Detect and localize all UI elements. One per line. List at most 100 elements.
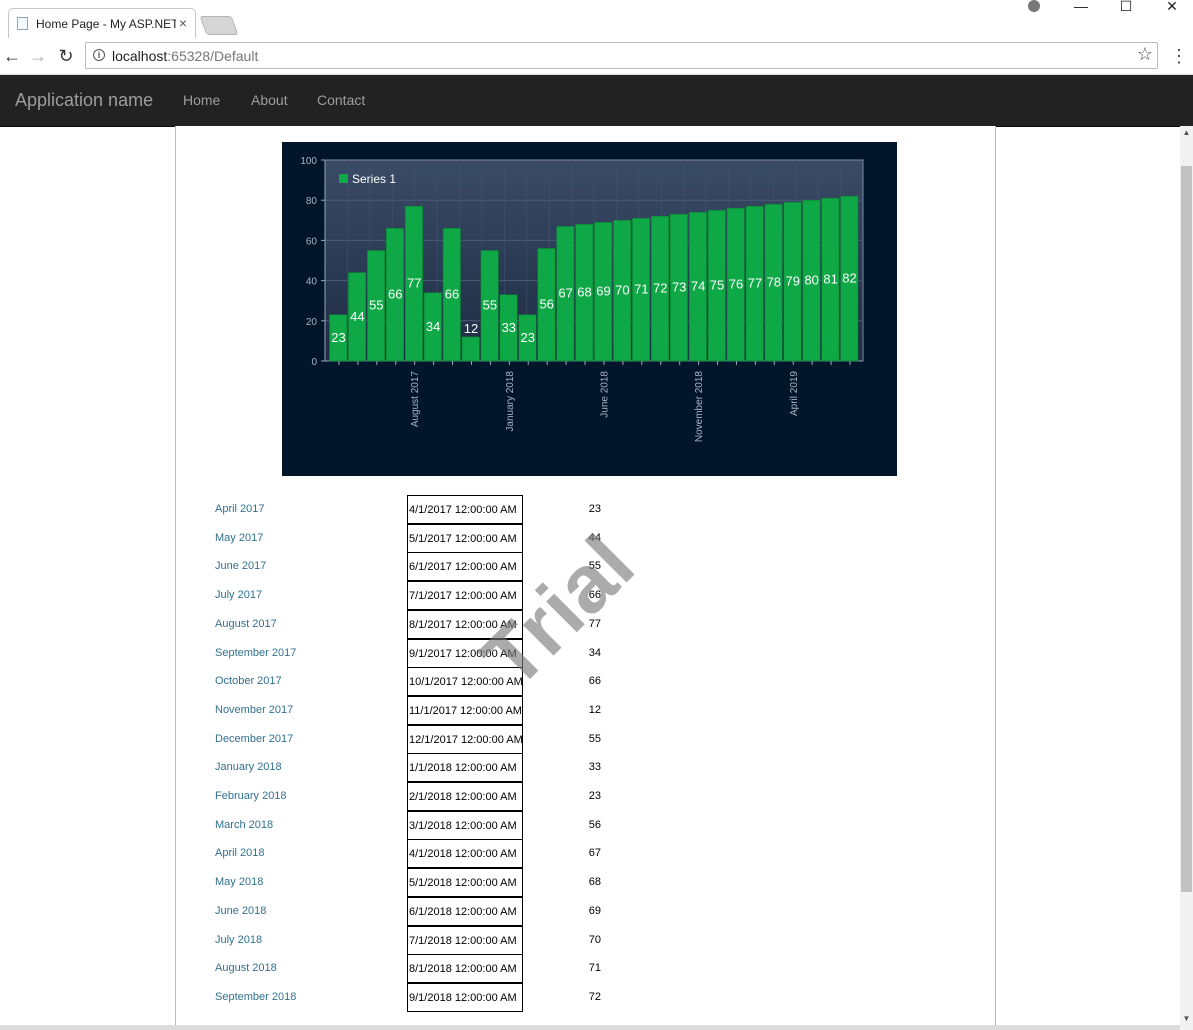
row-date-cell: 11/1/2017 12:00:00 AM bbox=[407, 695, 523, 725]
row-month-link[interactable]: April 2018 bbox=[215, 847, 265, 859]
row-month-link[interactable]: September 2017 bbox=[215, 647, 296, 659]
row-month-link[interactable]: December 2017 bbox=[215, 733, 293, 745]
nav-link-about[interactable]: About bbox=[251, 92, 288, 108]
row-date-cell: 6/1/2017 12:00:00 AM bbox=[407, 552, 523, 582]
data-label: 76 bbox=[729, 277, 743, 292]
legend-swatch bbox=[339, 174, 348, 183]
minimize-button[interactable]: — bbox=[1069, 0, 1093, 14]
row-month-link[interactable]: August 2018 bbox=[215, 962, 277, 974]
scrollbar-thumb[interactable] bbox=[1181, 166, 1192, 892]
row-date-cell: 5/1/2017 12:00:00 AM bbox=[407, 523, 523, 553]
bookmark-star-icon[interactable]: ☆ bbox=[1137, 44, 1153, 65]
row-date-cell: 4/1/2017 12:00:00 AM bbox=[407, 495, 523, 524]
table-row: May 2018 5/1/2018 12:00:00 AM 68 bbox=[0, 868, 1193, 898]
new-tab-button[interactable] bbox=[199, 16, 239, 35]
horizontal-scrollbar[interactable] bbox=[0, 1025, 1180, 1030]
browser-tab[interactable]: Home Page - My ASP.NET × bbox=[8, 8, 196, 38]
data-label: 80 bbox=[804, 273, 818, 288]
scroll-down-icon[interactable]: ▼ bbox=[1180, 1014, 1193, 1023]
row-month-link[interactable]: November 2017 bbox=[215, 704, 293, 716]
forward-arrow-icon[interactable]: → bbox=[28, 46, 48, 67]
nav-link-contact[interactable]: Contact bbox=[317, 92, 365, 108]
row-date-cell: 9/1/2017 12:00:00 AM bbox=[407, 638, 523, 668]
row-value: 55 bbox=[588, 732, 601, 745]
table-row: December 2017 12/1/2017 12:00:00 AM 55 bbox=[0, 724, 1193, 754]
row-value: 66 bbox=[588, 589, 601, 602]
row-month-link[interactable]: April 2017 bbox=[215, 503, 265, 515]
data-label: 81 bbox=[823, 272, 837, 287]
close-window-button[interactable]: ✕ bbox=[1160, 0, 1184, 14]
address-bar[interactable]: i localhost:65328/Default ☆ bbox=[85, 42, 1158, 69]
scroll-up-icon[interactable]: ▲ bbox=[1180, 128, 1193, 137]
navbar-brand[interactable]: Application name bbox=[15, 90, 153, 111]
info-icon[interactable]: i bbox=[93, 49, 105, 61]
data-label: 66 bbox=[388, 287, 402, 302]
browser-menu-icon[interactable]: ⋮ bbox=[1170, 46, 1188, 67]
row-month-link[interactable]: May 2018 bbox=[215, 876, 263, 888]
row-date-cell: 7/1/2017 12:00:00 AM bbox=[407, 581, 523, 611]
back-arrow-icon[interactable]: ← bbox=[2, 46, 22, 67]
y-tick-label: 40 bbox=[306, 277, 318, 288]
nav-link-home[interactable]: Home bbox=[183, 92, 220, 108]
url-host: localhost bbox=[112, 48, 168, 64]
row-date-cell: 8/1/2017 12:00:00 AM bbox=[407, 609, 523, 639]
data-label: 74 bbox=[691, 279, 705, 294]
row-month-link[interactable]: July 2018 bbox=[215, 934, 262, 946]
row-value: 34 bbox=[588, 646, 601, 659]
row-date-cell: 12/1/2017 12:00:00 AM bbox=[407, 724, 523, 754]
table-row: May 2017 5/1/2017 12:00:00 AM 44 bbox=[0, 523, 1193, 553]
maximize-button[interactable]: ☐ bbox=[1114, 0, 1138, 14]
tab-close-icon[interactable]: × bbox=[179, 15, 187, 31]
legend-label: Series 1 bbox=[352, 172, 396, 186]
row-month-link[interactable]: August 2017 bbox=[215, 618, 277, 630]
data-label: 23 bbox=[521, 330, 535, 345]
data-label: 73 bbox=[672, 280, 686, 295]
browser-toolbar: ← → ↻ i localhost:65328/Default ☆ ⋮ bbox=[0, 38, 1193, 75]
vertical-scrollbar[interactable]: ▲ ▼ bbox=[1180, 126, 1193, 1030]
profile-icon[interactable] bbox=[1022, 0, 1046, 14]
row-value: 77 bbox=[588, 617, 601, 630]
row-month-link[interactable]: February 2018 bbox=[215, 790, 287, 802]
reload-icon[interactable]: ↻ bbox=[56, 46, 76, 67]
data-label: 12 bbox=[464, 321, 478, 336]
y-tick-label: 100 bbox=[300, 156, 317, 167]
page-favicon-icon bbox=[17, 17, 28, 30]
data-label: 75 bbox=[710, 278, 724, 293]
row-month-link[interactable]: July 2017 bbox=[215, 589, 262, 601]
row-month-link[interactable]: March 2018 bbox=[215, 819, 273, 831]
row-month-link[interactable]: June 2018 bbox=[215, 905, 266, 917]
x-tick-label: April 2019 bbox=[789, 371, 800, 416]
table-row: August 2017 8/1/2017 12:00:00 AM 77 bbox=[0, 609, 1193, 639]
url-text[interactable]: localhost:65328/Default bbox=[112, 48, 258, 64]
data-label: 72 bbox=[653, 281, 667, 296]
row-value: 68 bbox=[588, 876, 601, 889]
table-row: October 2017 10/1/2017 12:00:00 AM 66 bbox=[0, 667, 1193, 697]
table-row: January 2018 1/1/2018 12:00:00 AM 33 bbox=[0, 753, 1193, 783]
data-label: 33 bbox=[502, 320, 516, 335]
data-label: 66 bbox=[445, 287, 459, 302]
row-month-link[interactable]: June 2017 bbox=[215, 560, 266, 572]
data-label: 55 bbox=[369, 298, 383, 313]
data-label: 77 bbox=[407, 276, 421, 291]
data-label: 23 bbox=[331, 330, 345, 345]
row-date-cell: 5/1/2018 12:00:00 AM bbox=[407, 868, 523, 898]
data-label: 69 bbox=[596, 284, 610, 299]
row-month-link[interactable]: September 2018 bbox=[215, 991, 296, 1003]
row-month-link[interactable]: May 2017 bbox=[215, 532, 263, 544]
row-month-link[interactable]: January 2018 bbox=[215, 761, 282, 773]
data-label: 67 bbox=[558, 286, 572, 301]
row-value: 55 bbox=[588, 560, 601, 573]
table-row: March 2018 3/1/2018 12:00:00 AM 56 bbox=[0, 810, 1193, 840]
bar-chart: 0 20 40 60 80 100 23 44 55 66 77 34 66 12 55 33 23 56 67 68… bbox=[300, 156, 864, 442]
row-date-cell: 10/1/2017 12:00:00 AM bbox=[407, 667, 523, 697]
table-row: April 2017 4/1/2017 12:00:00 AM 23 bbox=[0, 495, 1193, 524]
site-navbar: Application name Home About Contact bbox=[0, 75, 1193, 127]
row-month-link[interactable]: October 2017 bbox=[215, 675, 282, 687]
row-value: 56 bbox=[588, 818, 601, 831]
table-row: September 2017 9/1/2017 12:00:00 AM 34 bbox=[0, 638, 1193, 668]
table-row: April 2018 4/1/2018 12:00:00 AM 67 bbox=[0, 839, 1193, 869]
row-date-cell: 4/1/2018 12:00:00 AM bbox=[407, 839, 523, 869]
table-row: July 2018 7/1/2018 12:00:00 AM 70 bbox=[0, 925, 1193, 955]
row-date-cell: 8/1/2018 12:00:00 AM bbox=[407, 954, 523, 984]
data-label: 77 bbox=[748, 276, 762, 291]
